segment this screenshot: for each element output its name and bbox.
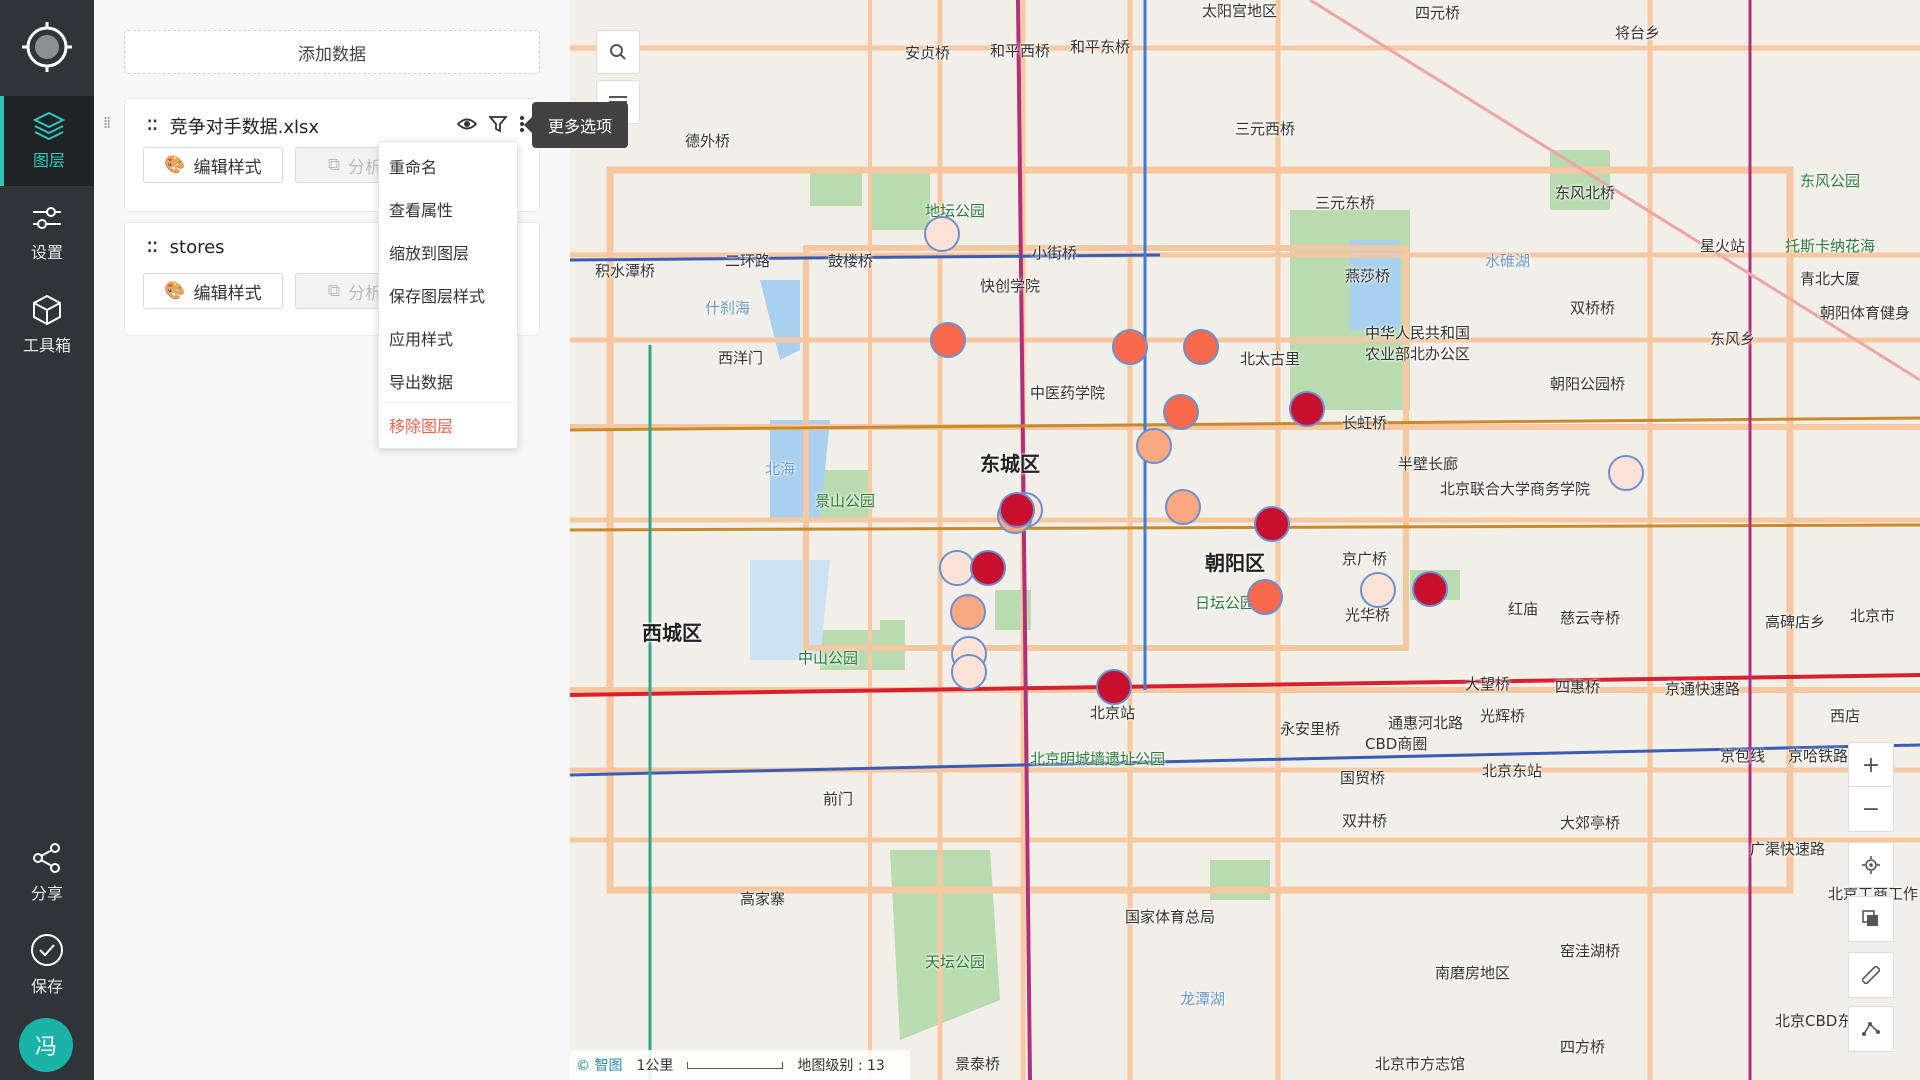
- map-marker[interactable]: [950, 594, 986, 630]
- menu-item-export-data[interactable]: 导出数据: [379, 359, 517, 402]
- app-logo[interactable]: [0, 0, 94, 94]
- polyline-icon: [1862, 1022, 1880, 1036]
- map-marker[interactable]: [970, 550, 1006, 586]
- filter-icon[interactable]: [489, 115, 507, 133]
- menu-item-zoom-to-layer[interactable]: 缩放到图层: [379, 230, 517, 273]
- sidebar-item-layers[interactable]: 图层: [0, 96, 94, 186]
- draw-button[interactable]: [1848, 1006, 1894, 1052]
- point-layer-icon: ⁚⁚: [147, 118, 158, 134]
- map-search-button[interactable]: [596, 30, 640, 74]
- sidebar-item-label: 保存: [30, 977, 63, 996]
- menu-item-remove-layer[interactable]: 移除图层: [379, 403, 517, 446]
- ruler-icon: [1862, 966, 1880, 984]
- globe-logo-icon: [22, 22, 72, 72]
- attribution: © 智图: [576, 1058, 623, 1074]
- avatar[interactable]: 冯: [19, 1018, 73, 1072]
- map-marker[interactable]: [939, 550, 975, 586]
- map-marker[interactable]: [930, 322, 966, 358]
- map-marker[interactable]: [1183, 329, 1219, 365]
- menu-item-rename[interactable]: 重命名: [379, 144, 517, 187]
- map-marker[interactable]: [1254, 506, 1290, 542]
- map-marker[interactable]: [1360, 572, 1396, 608]
- more-options-tooltip: 更多选项: [524, 102, 628, 148]
- map-marker[interactable]: [1247, 579, 1283, 615]
- sidebar-item-settings[interactable]: 设置: [0, 188, 94, 278]
- minus-icon: −: [1861, 796, 1881, 822]
- layers-icon: [33, 111, 65, 141]
- zoom-out-button[interactable]: −: [1848, 786, 1894, 832]
- edit-style-button[interactable]: 🎨 编辑样式: [143, 147, 283, 183]
- menu-item-save-layer-style[interactable]: 保存图层样式: [379, 273, 517, 316]
- sidebar-item-share[interactable]: 分享: [0, 828, 94, 918]
- analyze-label: 分析: [348, 157, 383, 178]
- layer-context-menu: 重命名 查看属性 缩放到图层 保存图层样式 应用样式 导出数据 移除图层: [378, 141, 518, 449]
- sidebar-item-toolbox[interactable]: 工具箱: [0, 280, 94, 370]
- zoom-in-button[interactable]: +: [1848, 742, 1894, 788]
- map-marker[interactable]: [1289, 391, 1325, 427]
- palette-icon: 🎨: [164, 281, 186, 301]
- locate-button[interactable]: [1848, 842, 1894, 888]
- search-icon: [610, 44, 626, 60]
- menu-item-view-attributes[interactable]: 查看属性: [379, 187, 517, 230]
- share-icon: [33, 843, 60, 873]
- add-data-button[interactable]: 添加数据: [124, 30, 540, 74]
- locate-icon: [1862, 856, 1880, 874]
- map-marker[interactable]: [1136, 428, 1172, 464]
- eye-icon[interactable]: [457, 117, 477, 131]
- map-scale-bar: © 智图 1公里 地图级别 : 13: [570, 1050, 910, 1080]
- data-markers-layer: [924, 216, 1644, 705]
- layer-name: stores: [169, 237, 225, 258]
- measure-button[interactable]: [1848, 952, 1894, 998]
- copy-icon: ⧉: [327, 281, 341, 301]
- cube-icon: [33, 294, 61, 326]
- map-marker[interactable]: [1163, 394, 1199, 430]
- copy-layers-icon: [1862, 910, 1878, 926]
- sliders-icon: [33, 207, 61, 229]
- scale-label: 1公里: [636, 1058, 674, 1074]
- point-layer-icon: ⁚⁚: [147, 239, 158, 256]
- edit-style-label: 编辑样式: [193, 157, 262, 178]
- edit-style-button[interactable]: 🎨 编辑样式: [143, 273, 283, 309]
- edit-style-label: 编辑样式: [193, 283, 262, 304]
- map-marker[interactable]: [924, 216, 960, 252]
- plus-icon: +: [1861, 752, 1881, 778]
- sidebar-item-label: 设置: [30, 243, 63, 262]
- sidebar-item-save[interactable]: 保存: [0, 920, 94, 1010]
- analyze-label: 分析: [348, 283, 383, 304]
- map-marker[interactable]: [999, 492, 1035, 528]
- drag-handle-icon[interactable]: ⁞⁞: [103, 113, 111, 132]
- map-marker[interactable]: [1412, 571, 1448, 607]
- map-marker[interactable]: [1608, 455, 1644, 491]
- menu-item-apply-style[interactable]: 应用样式: [379, 316, 517, 359]
- map-marker[interactable]: [1165, 489, 1201, 525]
- map-marker[interactable]: [951, 654, 987, 690]
- zoom-level-label: 地图级别 : 13: [797, 1058, 885, 1074]
- palette-icon: 🎨: [164, 155, 186, 175]
- map-view[interactable]: 太阳宫地区 四元桥 将台乡 安贞桥 和平西桥 和平东桥 德外桥 三元西桥 三元东…: [570, 0, 1920, 1080]
- sidebar-item-label: 图层: [32, 151, 65, 170]
- sidebar: 图层 设置 工具箱 分享 保存 冯: [0, 0, 94, 1080]
- sidebar-item-label: 分享: [30, 884, 63, 903]
- sidebar-item-label: 工具箱: [22, 336, 71, 355]
- check-circle-icon: [31, 934, 63, 966]
- map-marker[interactable]: [1096, 669, 1132, 705]
- map-marker[interactable]: [1112, 329, 1148, 365]
- copy-icon: ⧉: [327, 155, 341, 175]
- scale-line: [687, 1061, 784, 1069]
- basemap-button[interactable]: [1848, 896, 1894, 942]
- layer-name: 竞争对手数据.xlsx: [169, 117, 320, 138]
